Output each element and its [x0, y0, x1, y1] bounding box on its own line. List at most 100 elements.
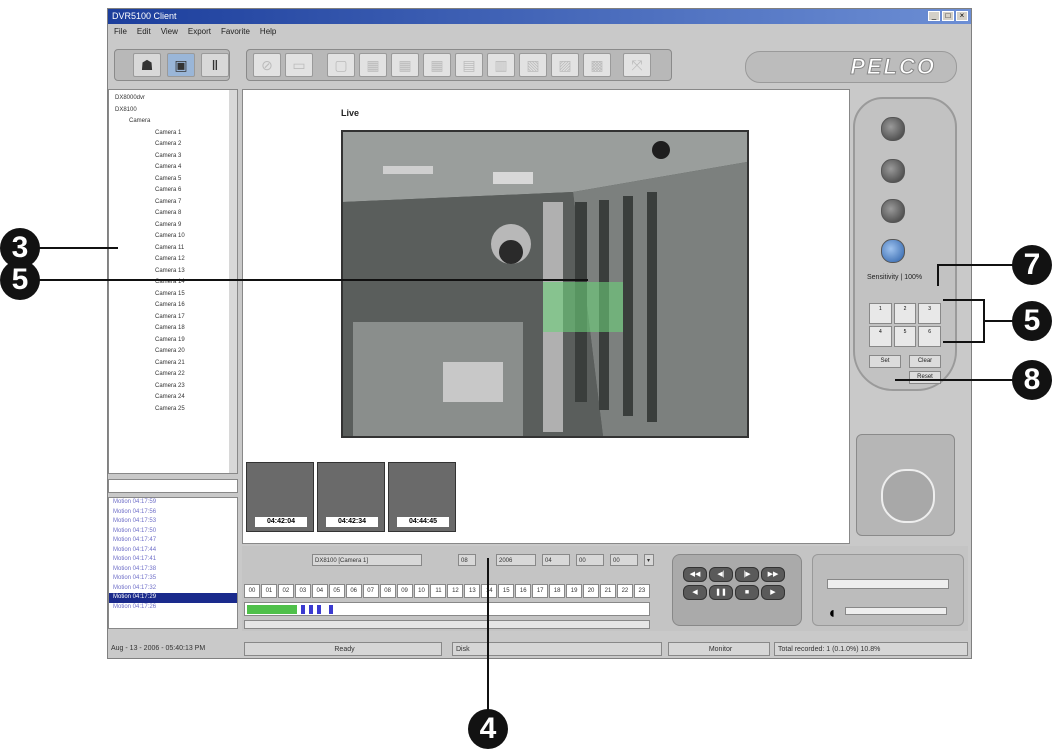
log-item[interactable]: Motion 04:17:32	[109, 584, 237, 594]
tree-node[interactable]: Camera	[115, 116, 237, 128]
reset-button[interactable]: Reset	[909, 371, 941, 384]
minute-field[interactable]: 00	[576, 554, 604, 566]
preset-button[interactable]: 1	[869, 303, 892, 324]
tree-camera[interactable]: Camera 10	[115, 231, 237, 243]
tree-camera[interactable]: Camera 4	[115, 162, 237, 174]
tree-node[interactable]: DX8000dvr	[115, 93, 237, 105]
date-year-field[interactable]: 2006	[496, 554, 536, 566]
tree-node[interactable]: DX8100	[115, 105, 237, 117]
preset-button[interactable]: 4	[869, 326, 892, 347]
log-item[interactable]: Motion 04:17:41	[109, 555, 237, 565]
layout-1-5-icon[interactable]: ▤	[455, 53, 483, 77]
hour-tick[interactable]: 23	[633, 584, 650, 598]
tree-camera[interactable]: Camera 8	[115, 208, 237, 220]
menu-file[interactable]: File	[114, 25, 127, 38]
hour-tick[interactable]: 04	[311, 584, 328, 598]
no-entry-icon[interactable]: ⊘	[253, 53, 281, 77]
log-item[interactable]: Motion 04:17:26	[109, 603, 237, 613]
menu-help[interactable]: Help	[260, 25, 276, 38]
set-button[interactable]: Set	[869, 355, 901, 368]
date-day-field[interactable]: 08	[458, 554, 476, 566]
log-item[interactable]: Motion 04:17:47	[109, 536, 237, 546]
hour-tick[interactable]: 03	[294, 584, 311, 598]
hour-field[interactable]: 04	[542, 554, 570, 566]
log-item[interactable]: Motion 04:17:35	[109, 574, 237, 584]
event-log-list[interactable]: Motion 04:17:59 Motion 04:17:56 Motion 0…	[108, 497, 238, 629]
hour-tick[interactable]: 21	[600, 584, 616, 598]
layout-icon[interactable]: ▭	[285, 53, 313, 77]
timeline-scrollbar[interactable]	[244, 620, 650, 629]
layout-3x3-icon[interactable]: ▦	[391, 53, 419, 77]
tree-camera[interactable]: Camera 21	[115, 358, 237, 370]
camera-field[interactable]: DX8100 [Camera 1]	[312, 554, 422, 566]
camera-icon[interactable]: ▣	[167, 53, 195, 77]
hour-tick[interactable]: 16	[515, 584, 532, 598]
live-camera-image[interactable]	[341, 130, 749, 438]
pause-icon[interactable]: ❚❚	[709, 585, 733, 600]
layout-1-12-icon[interactable]: ▨	[551, 53, 579, 77]
hour-tick[interactable]: 08	[379, 584, 396, 598]
hour-tick[interactable]: 09	[396, 584, 413, 598]
device-tree[interactable]: DX8000dvr DX8100 Camera Camera 1 Camera …	[108, 89, 238, 474]
hour-tick[interactable]: 05	[328, 584, 345, 598]
sensitivity-icon[interactable]	[881, 239, 905, 263]
tree-camera[interactable]: Camera 25	[115, 404, 237, 416]
preset-button[interactable]: 2	[893, 303, 917, 324]
sequence-icon[interactable]: ⤧	[623, 53, 651, 77]
hour-tick[interactable]: 19	[566, 584, 583, 598]
layout-1x1-icon[interactable]: ▢	[327, 53, 355, 77]
hour-tick[interactable]: 18	[549, 584, 566, 598]
tree-camera[interactable]: Camera 16	[115, 300, 237, 312]
menu-export[interactable]: Export	[188, 25, 211, 38]
ptz-dpad-icon[interactable]	[881, 469, 935, 523]
tree-camera[interactable]: Camera 17	[115, 312, 237, 324]
tree-camera[interactable]: Camera 2	[115, 139, 237, 151]
maximize-button[interactable]: □	[942, 11, 954, 21]
tree-camera[interactable]: Camera 12	[115, 254, 237, 266]
hour-tick[interactable]: 22	[616, 584, 633, 598]
tree-camera[interactable]: Camera 19	[115, 335, 237, 347]
preset-button[interactable]: 5	[893, 326, 917, 347]
filter-combo[interactable]	[108, 479, 238, 493]
hour-tick[interactable]: 02	[277, 584, 294, 598]
log-item[interactable]: Motion 04:17:56	[109, 508, 237, 518]
hour-tick[interactable]: 06	[345, 584, 362, 598]
hour-tick[interactable]: 15	[498, 584, 515, 598]
record-icon[interactable]	[881, 117, 905, 141]
step-back-icon[interactable]: ◀|	[709, 567, 733, 582]
hour-tick[interactable]: 12	[447, 584, 464, 598]
menu-edit[interactable]: Edit	[137, 25, 151, 38]
tree-camera[interactable]: Camera 15	[115, 289, 237, 301]
tree-camera[interactable]: Camera 22	[115, 369, 237, 381]
log-item[interactable]: Motion 04:17:53	[109, 517, 237, 527]
tree-camera[interactable]: Camera 23	[115, 381, 237, 393]
hour-tick[interactable]: 20	[583, 584, 600, 598]
hour-tick[interactable]: 17	[532, 584, 549, 598]
hour-tick[interactable]: 14	[481, 584, 498, 598]
layout-4x4-icon[interactable]: ▦	[423, 53, 451, 77]
tools-icon[interactable]: Ⅱ	[201, 53, 229, 77]
tree-camera[interactable]: Camera 20	[115, 346, 237, 358]
hour-tick[interactable]: 00	[244, 584, 260, 598]
minimize-button[interactable]: _	[928, 11, 940, 21]
play-icon[interactable]: ▶	[761, 585, 785, 600]
tree-camera[interactable]: Camera 9	[115, 220, 237, 232]
person-icon[interactable]: ☗	[133, 53, 161, 77]
speed-slider[interactable]	[827, 579, 949, 589]
motion-icon[interactable]	[881, 199, 905, 223]
preset-button[interactable]: 6	[918, 326, 941, 347]
layout-grid-icon[interactable]: ▩	[583, 53, 611, 77]
preset-button[interactable]: 3	[918, 303, 941, 324]
tree-camera[interactable]: Camera 13	[115, 266, 237, 278]
log-item[interactable]: Motion 04:17:44	[109, 546, 237, 556]
second-field[interactable]: 00	[610, 554, 638, 566]
hour-tick[interactable]: 07	[362, 584, 379, 598]
tree-camera[interactable]: Camera 1	[115, 128, 237, 140]
tree-camera[interactable]: Camera 18	[115, 323, 237, 335]
close-button[interactable]: ×	[956, 11, 968, 21]
audio-icon[interactable]	[881, 159, 905, 183]
thumbnail[interactable]: 04:44:45	[388, 462, 456, 532]
menu-favorite[interactable]: Favorite	[221, 25, 250, 38]
hour-tick[interactable]: 10	[413, 584, 430, 598]
goto-button[interactable]: ▾	[644, 554, 654, 566]
